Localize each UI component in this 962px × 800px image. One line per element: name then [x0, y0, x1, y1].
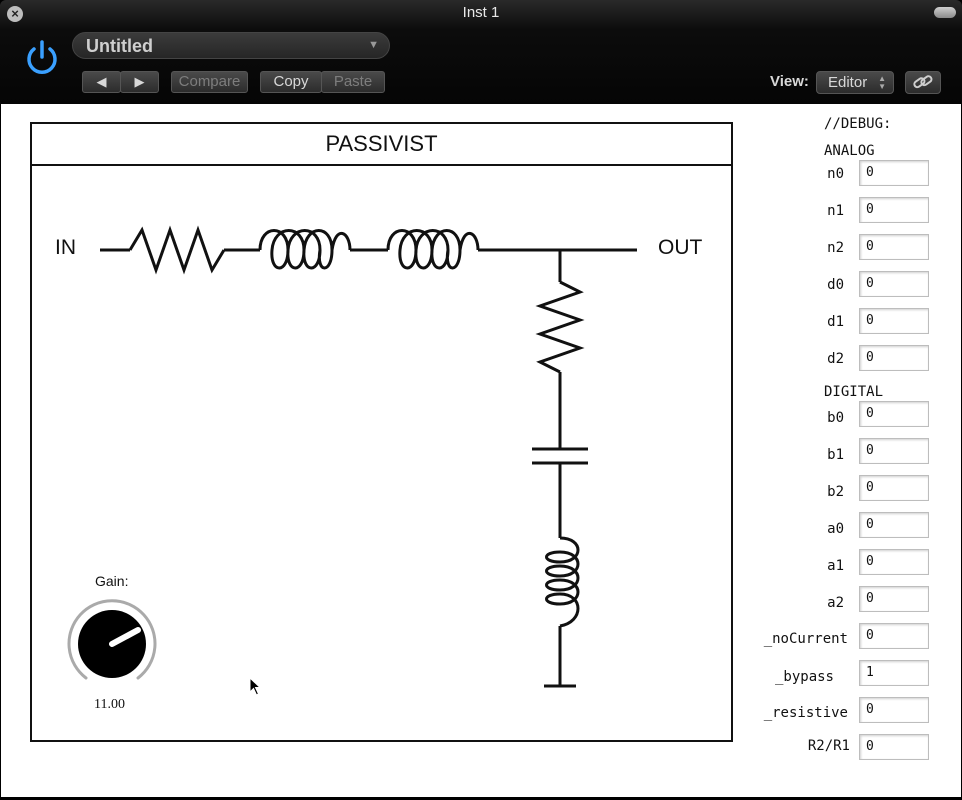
debug-field-resistive[interactable]: 0	[859, 697, 929, 723]
debug-label-a1: a1	[827, 558, 844, 574]
debug-field-nocurrent[interactable]: 0	[859, 623, 929, 649]
debug-field-d2[interactable]: 0	[859, 345, 929, 371]
debug-field-a1[interactable]: 0	[859, 549, 929, 575]
previous-preset-button[interactable]: ◀	[82, 71, 121, 93]
debug-field-n0[interactable]: 0	[859, 160, 929, 186]
debug-field-d0[interactable]: 0	[859, 271, 929, 297]
series-resistor	[128, 225, 226, 275]
plugin-title: PASSIVIST	[32, 124, 731, 166]
debug-label-n0: n0	[827, 166, 844, 182]
debug-label-d2: d2	[827, 351, 844, 367]
debug-label-a0: a0	[827, 521, 844, 537]
shunt-inductor	[545, 536, 580, 628]
debug-label-d1: d1	[827, 314, 844, 330]
next-preset-button[interactable]: ▶	[120, 71, 159, 93]
gain-value: 11.00	[94, 697, 125, 712]
debug-label-b0: b0	[827, 410, 844, 426]
gain-label: Gain:	[95, 573, 129, 589]
preset-name: Untitled	[86, 36, 153, 56]
link-icon	[913, 75, 933, 89]
debug-label-resistive: _resistive	[763, 705, 848, 721]
debug-label-d0: d0	[827, 277, 844, 293]
debug-field-n1[interactable]: 0	[859, 197, 929, 223]
debug-label-nocurrent: _noCurrent	[763, 631, 848, 647]
debug-field-b1[interactable]: 0	[859, 438, 929, 464]
arrow-right-icon: ▶	[134, 74, 145, 89]
window-title: Inst 1	[462, 4, 500, 21]
debug-label-b1: b1	[827, 447, 844, 463]
view-label: View:	[770, 73, 809, 90]
window-titlebar: × Inst 1 Untitled ▼ ◀ ▶ Compare Copy Pas…	[0, 0, 962, 104]
series-inductor-2	[386, 229, 480, 270]
preset-select[interactable]: Untitled ▼	[72, 32, 390, 59]
debug-field-a2[interactable]: 0	[859, 586, 929, 612]
shunt-resistor	[535, 280, 585, 374]
debug-heading: //DEBUG:	[824, 116, 892, 132]
series-inductor-1	[258, 229, 352, 270]
view-select[interactable]: Editor ▲ ▼	[816, 71, 894, 94]
paste-button[interactable]: Paste	[321, 71, 385, 93]
arrow-left-icon: ◀	[96, 74, 107, 89]
updown-arrows-icon: ▲ ▼	[878, 74, 886, 91]
circuit-panel: PASSIVIST IN OUT Gain: 11.00	[30, 122, 733, 742]
debug-label-n1: n1	[827, 203, 844, 219]
window-resize-button[interactable]	[934, 7, 956, 18]
chevron-down-icon: ▼	[368, 39, 379, 51]
debug-field-b2[interactable]: 0	[859, 475, 929, 501]
debug-field-a0[interactable]: 0	[859, 512, 929, 538]
gain-dial	[67, 599, 157, 680]
plugin-editor: PASSIVIST IN OUT Gain: 11.00 //DEBUG: AN…	[1, 104, 961, 797]
debug-label-bypass: _bypass	[774, 669, 834, 685]
power-button[interactable]	[22, 38, 62, 78]
compare-button[interactable]: Compare	[171, 71, 248, 93]
output-label: OUT	[658, 236, 703, 259]
debug-label-b2: b2	[827, 484, 844, 500]
debug-label-a2: a2	[827, 595, 844, 611]
debug-field-r2-r1[interactable]: 0	[859, 734, 929, 760]
debug-field-b0[interactable]: 0	[859, 401, 929, 427]
mouse-cursor-icon	[249, 677, 262, 696]
debug-field-n2[interactable]: 0	[859, 234, 929, 260]
input-label: IN	[55, 236, 76, 259]
copy-button[interactable]: Copy	[260, 71, 322, 93]
debug-label-n2: n2	[827, 240, 844, 256]
debug-label-r2-r1: R2/R1	[807, 738, 850, 754]
view-select-value: Editor	[828, 74, 868, 91]
digital-section-label: DIGITAL	[824, 384, 884, 400]
debug-field-bypass[interactable]: 1	[859, 660, 929, 686]
debug-field-d1[interactable]: 0	[859, 308, 929, 334]
power-icon	[27, 40, 57, 74]
preset-nav-group: ◀ ▶	[82, 71, 159, 93]
gain-knob[interactable]	[64, 596, 160, 692]
analog-section-label: ANALOG	[824, 143, 875, 159]
link-button[interactable]	[905, 71, 941, 94]
